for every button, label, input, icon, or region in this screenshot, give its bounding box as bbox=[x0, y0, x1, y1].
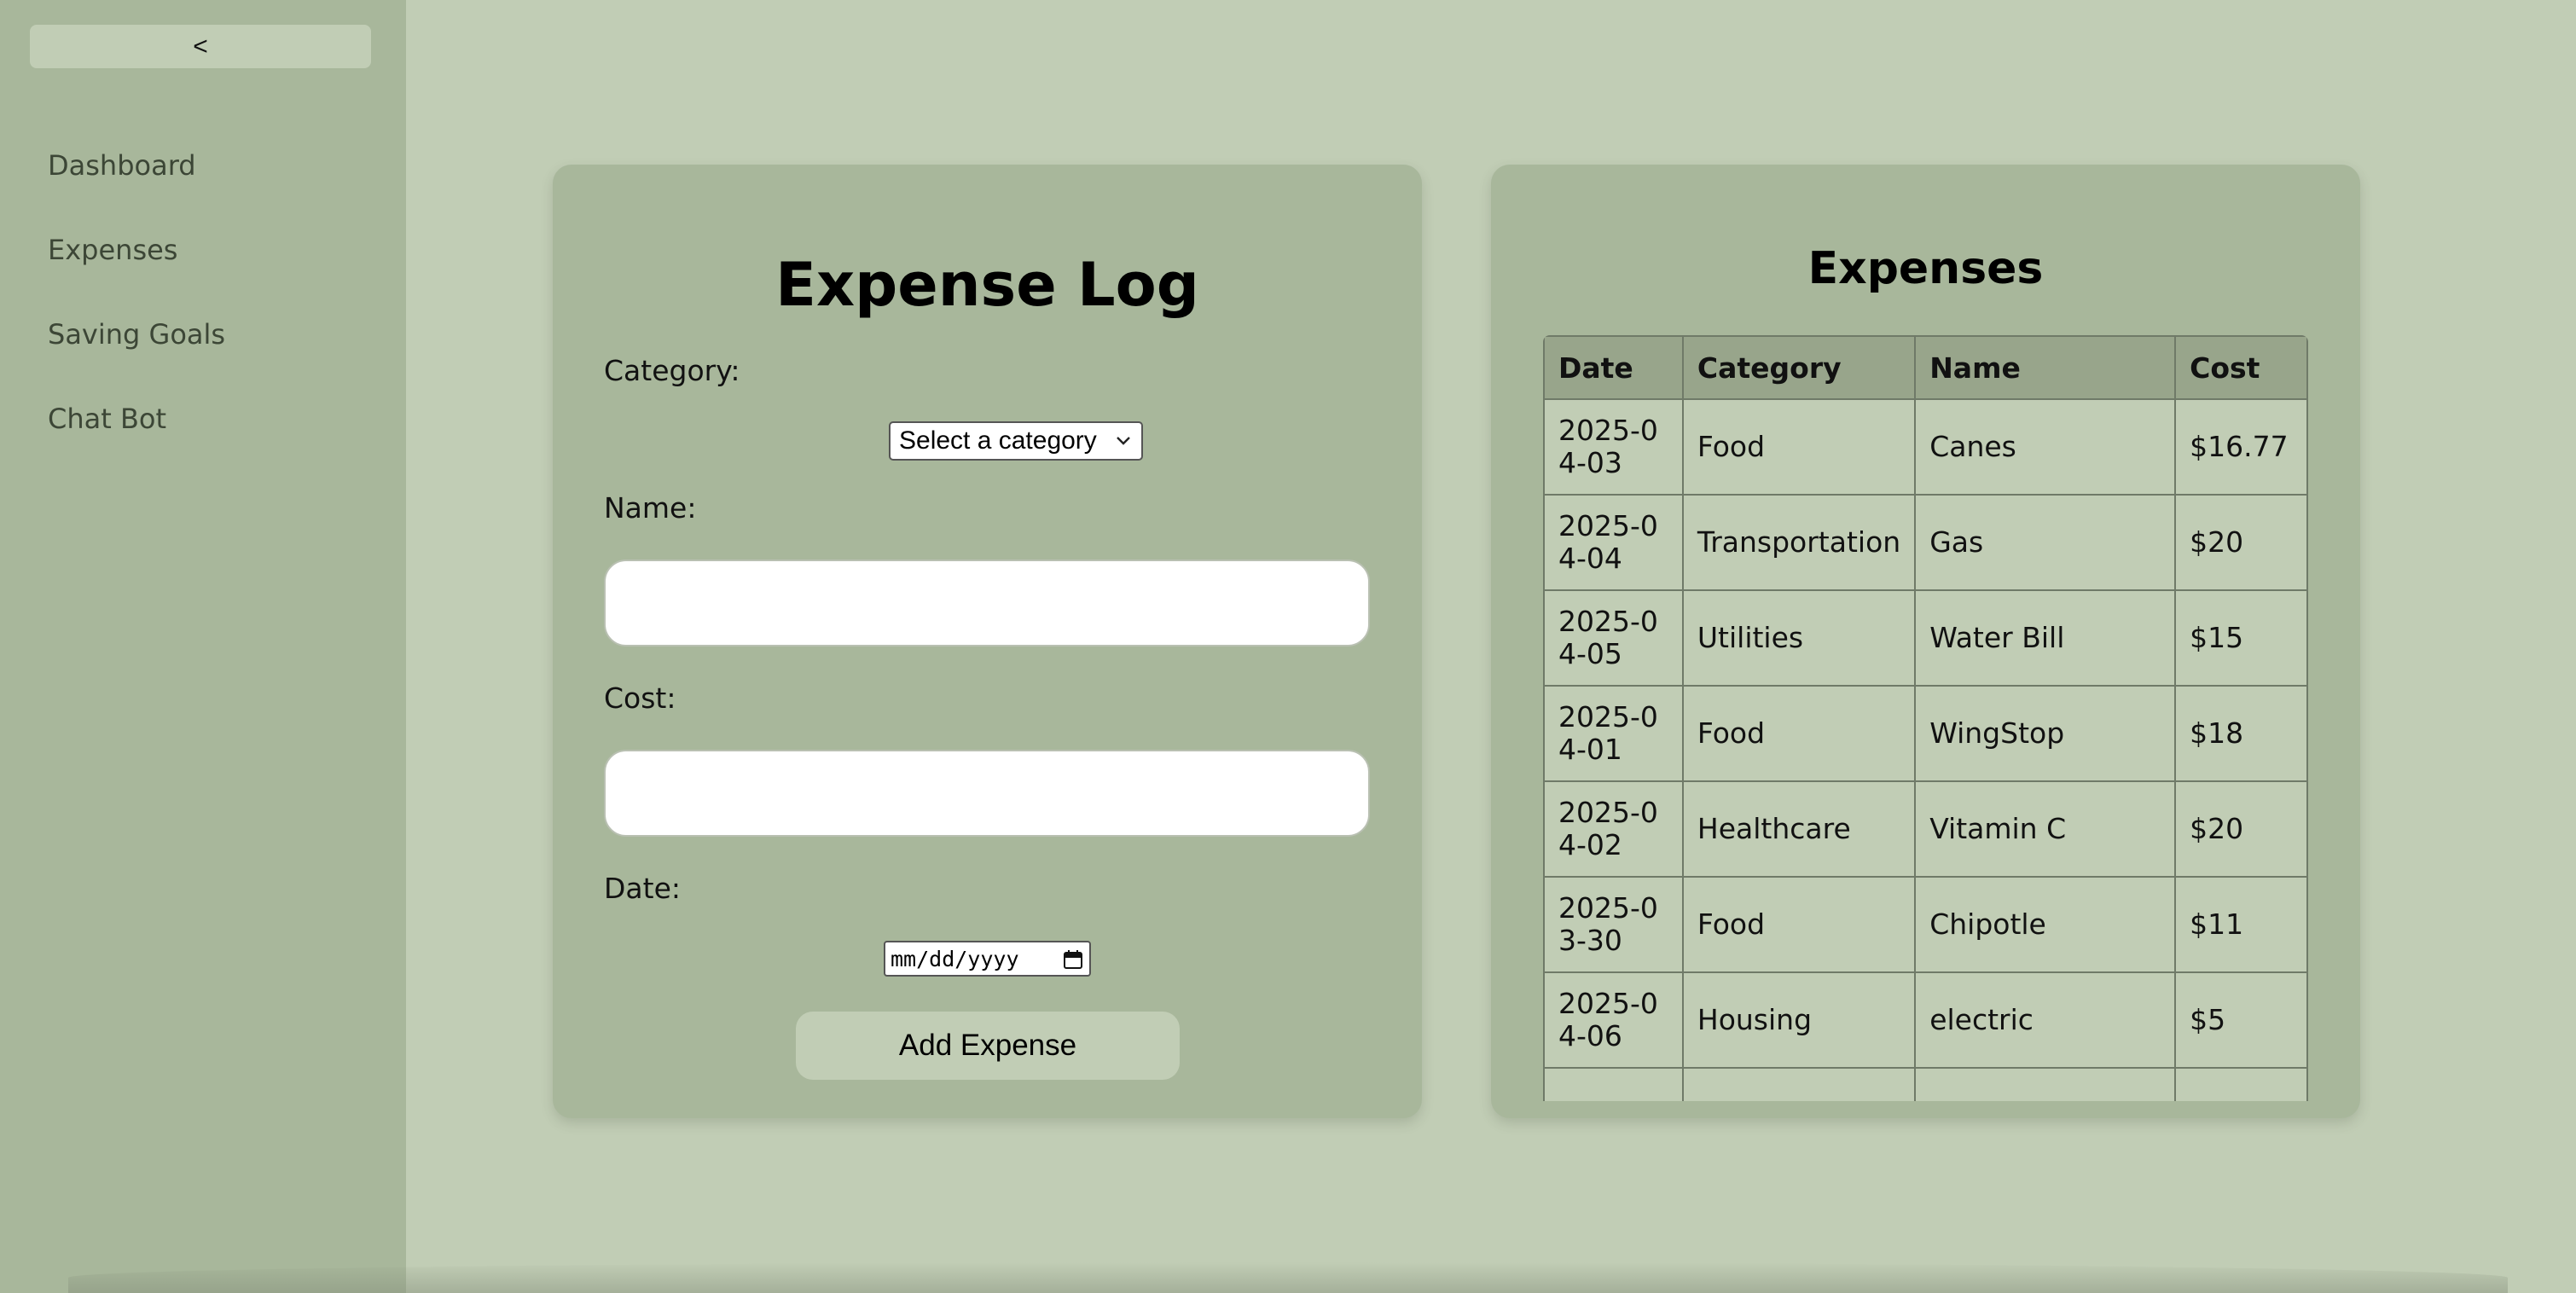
cell-cost: $5 bbox=[2174, 971, 2308, 1069]
cell-date: 2025-04-04 bbox=[1543, 494, 1684, 591]
cell-cost: $16.77 bbox=[2174, 398, 2308, 496]
cell-date: 2025-04-01 bbox=[1543, 685, 1684, 782]
cell-date: 2025-04-03 bbox=[1543, 398, 1684, 496]
cell-cost: $18 bbox=[2174, 685, 2308, 782]
sidebar-nav: Dashboard Expenses Saving Goals Chat Bot bbox=[48, 145, 225, 483]
cell-cost: $15 bbox=[2174, 589, 2308, 687]
table-title: Expenses bbox=[1807, 243, 2044, 294]
header-name: Name bbox=[1914, 335, 2177, 400]
calendar-icon[interactable] bbox=[1062, 948, 1084, 971]
cell-cost bbox=[2174, 1067, 2308, 1101]
cell-name bbox=[1914, 1067, 2177, 1101]
cell-date: 2025-04-05 bbox=[1543, 589, 1684, 687]
sidebar: < Dashboard Expenses Saving Goals Chat B… bbox=[0, 0, 406, 1293]
chevron-down-icon bbox=[1117, 437, 1130, 445]
cell-name: Canes bbox=[1914, 398, 2177, 496]
expenses-table-scroll[interactable]: Date Category Name Cost 2025-04-03 Food … bbox=[1543, 335, 2308, 1101]
expenses-table-card: Expenses Date Category Name Cost 2025-04… bbox=[1491, 165, 2360, 1118]
cell-date: 2025-04-02 bbox=[1543, 780, 1684, 878]
category-select[interactable]: Select a category bbox=[889, 421, 1143, 461]
cell-name: WingStop bbox=[1914, 685, 2177, 782]
category-label: Category: bbox=[604, 354, 740, 387]
cost-input[interactable] bbox=[604, 750, 1370, 837]
cell-name: electric bbox=[1914, 971, 2177, 1069]
table-row: 2025-03-30 Food Chipotle $11 bbox=[1543, 876, 2308, 973]
cell-category: Food bbox=[1681, 876, 1917, 973]
cell-date: 2025-04-06 bbox=[1543, 971, 1684, 1069]
date-label: Date: bbox=[604, 872, 681, 905]
date-input[interactable]: mm/dd/yyyy bbox=[884, 941, 1091, 977]
cell-cost: $11 bbox=[2174, 876, 2308, 973]
cell-category: Food bbox=[1681, 398, 1917, 496]
sidebar-collapse-button[interactable]: < bbox=[30, 25, 371, 68]
cell-name: Vitamin C bbox=[1914, 780, 2177, 878]
header-cost: Cost bbox=[2174, 335, 2308, 400]
cell-category: Housing bbox=[1681, 971, 1917, 1069]
cell-category: Transportation bbox=[1681, 494, 1917, 591]
category-select-value: Select a category bbox=[899, 426, 1097, 455]
cell-name: Water Bill bbox=[1914, 589, 2177, 687]
cell-category: Utilities bbox=[1681, 589, 1917, 687]
table-row: 2025-04-03 Food Canes $16.77 bbox=[1543, 398, 2308, 496]
cell-cost: $20 bbox=[2174, 780, 2308, 878]
name-input[interactable] bbox=[604, 560, 1370, 646]
cell-category: Food bbox=[1681, 685, 1917, 782]
expenses-table: Date Category Name Cost 2025-04-03 Food … bbox=[1543, 335, 2308, 1101]
table-row: 2025-04-05 Utilities Water Bill $15 bbox=[1543, 589, 2308, 687]
table-header-row: Date Category Name Cost bbox=[1543, 335, 2308, 400]
cell-date: 2025- bbox=[1543, 1067, 1684, 1101]
header-category: Category bbox=[1681, 335, 1917, 400]
cost-label: Cost: bbox=[604, 681, 676, 715]
sidebar-item-expenses[interactable]: Expenses bbox=[48, 229, 225, 314]
sidebar-item-dashboard[interactable]: Dashboard bbox=[48, 145, 225, 229]
table-row: 2025- bbox=[1543, 1067, 2308, 1101]
bottom-shadow bbox=[68, 1262, 2508, 1293]
name-label: Name: bbox=[604, 491, 697, 525]
cell-name: Chipotle bbox=[1914, 876, 2177, 973]
expense-form-card: Expense Log Category: Select a category … bbox=[553, 165, 1422, 1118]
table-row: 2025-04-01 Food WingStop $18 bbox=[1543, 685, 2308, 782]
date-input-placeholder: mm/dd/yyyy bbox=[891, 946, 1019, 971]
cell-category bbox=[1681, 1067, 1917, 1101]
add-expense-button[interactable]: Add Expense bbox=[796, 1012, 1180, 1080]
cell-category: Healthcare bbox=[1681, 780, 1917, 878]
sidebar-item-saving-goals[interactable]: Saving Goals bbox=[48, 314, 225, 398]
cell-date: 2025-03-30 bbox=[1543, 876, 1684, 973]
cell-cost: $20 bbox=[2174, 494, 2308, 591]
table-row: 2025-04-02 Healthcare Vitamin C $20 bbox=[1543, 780, 2308, 878]
header-date: Date bbox=[1543, 335, 1684, 400]
form-title: Expense Log bbox=[775, 250, 1199, 320]
app-root: < Dashboard Expenses Saving Goals Chat B… bbox=[0, 0, 2576, 1293]
cell-name: Gas bbox=[1914, 494, 2177, 591]
table-row: 2025-04-06 Housing electric $5 bbox=[1543, 971, 2308, 1069]
table-row: 2025-04-04 Transportation Gas $20 bbox=[1543, 494, 2308, 591]
sidebar-item-chat-bot[interactable]: Chat Bot bbox=[48, 398, 225, 483]
